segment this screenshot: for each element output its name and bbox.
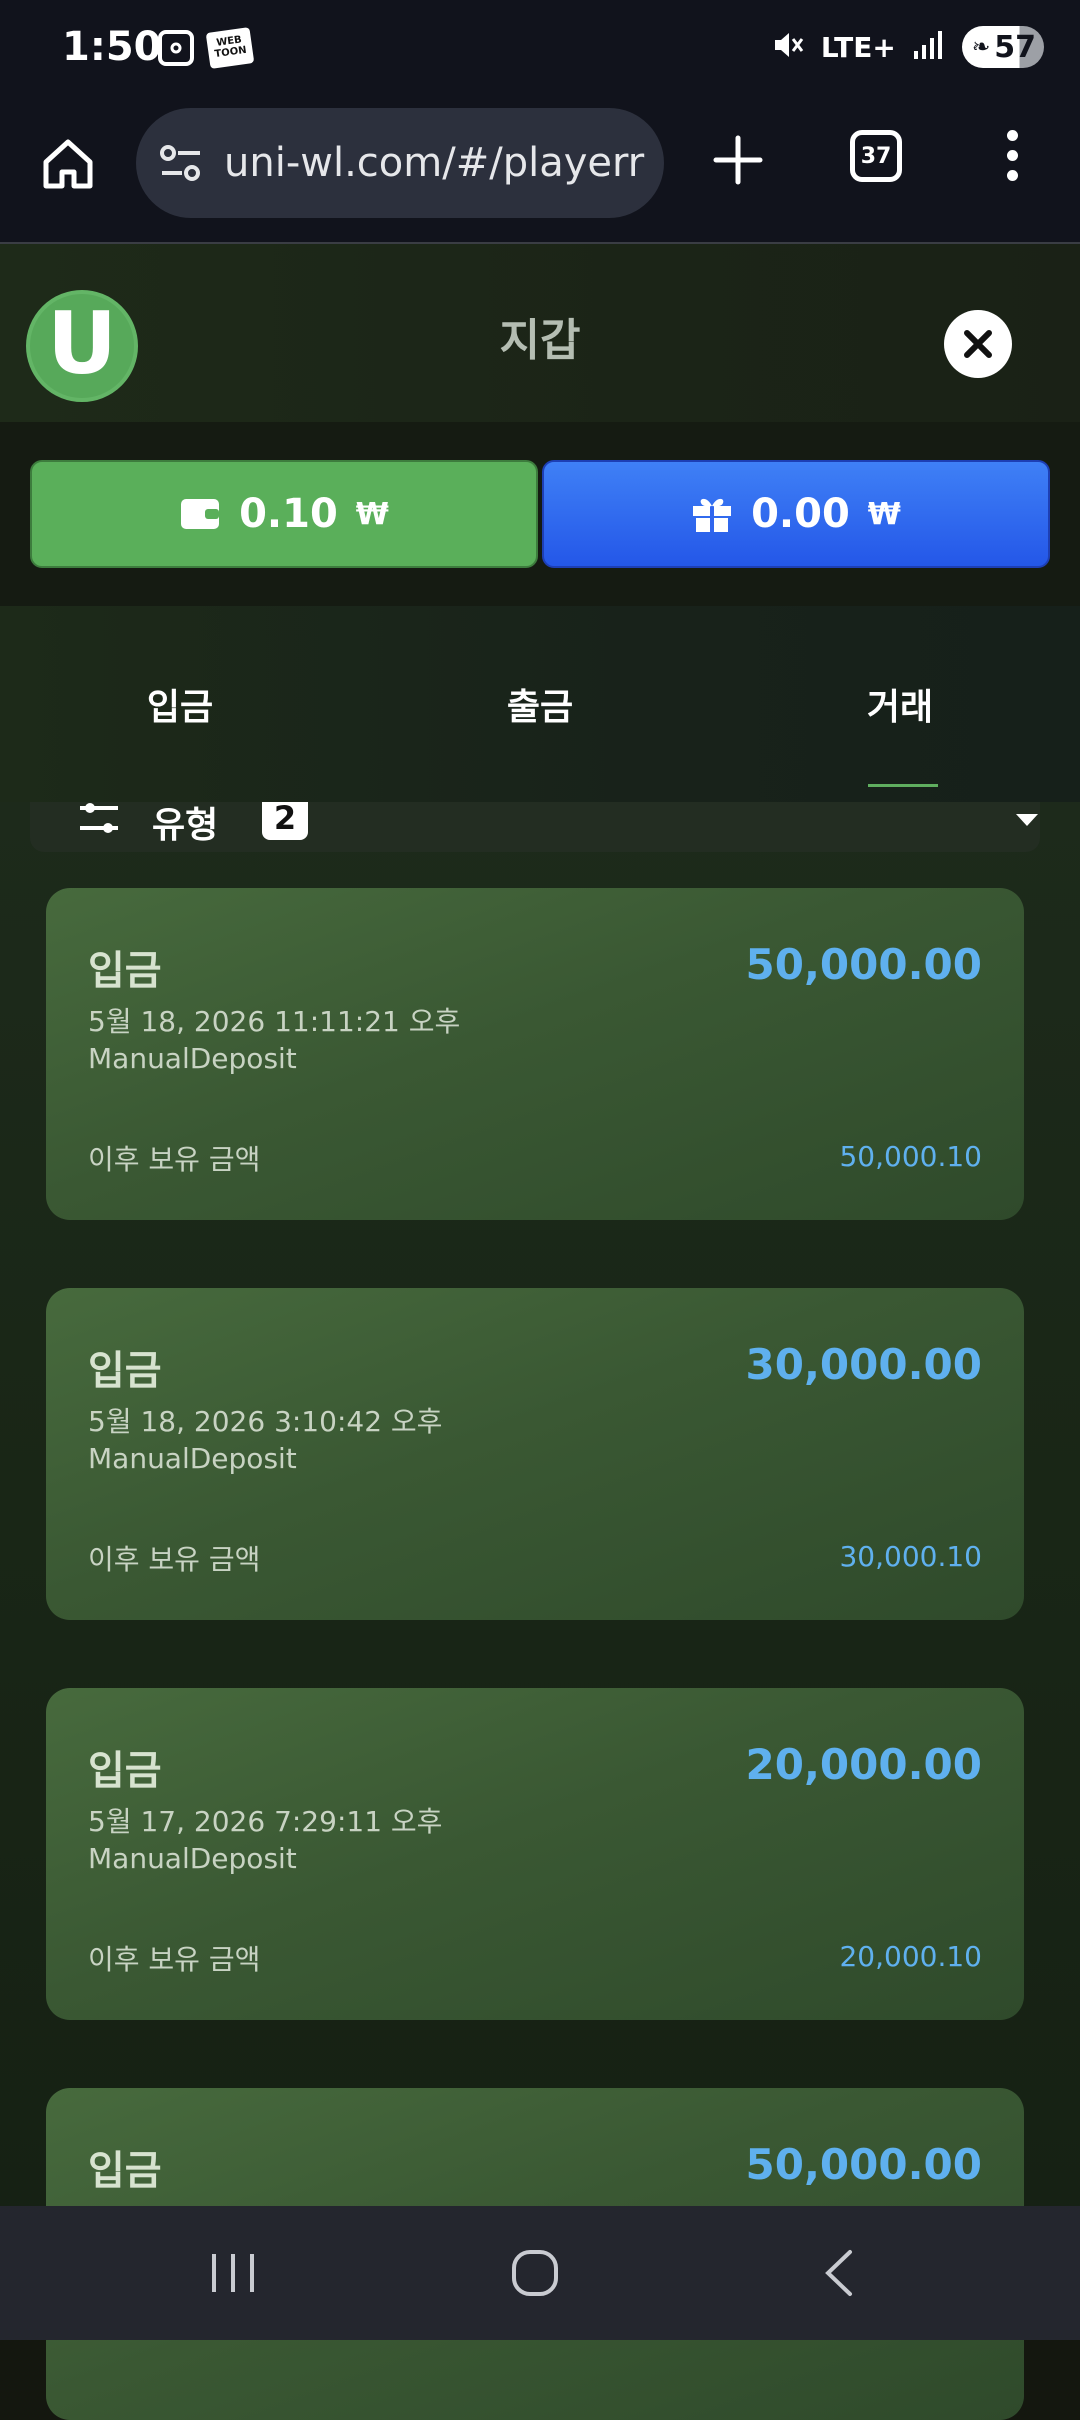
screenshot-icon <box>158 30 194 66</box>
battery-leaf-icon: ❧ <box>971 34 991 60</box>
bonus-currency: ₩ <box>867 496 901 532</box>
tab-switcher-button[interactable]: 37 <box>850 130 902 182</box>
transaction-type: 입금 <box>88 1748 162 1794</box>
transaction-card[interactable]: 입금 50,000.00 5월 18, 2026 11:11:21 오후 Man… <box>46 888 1024 1220</box>
gift-icon <box>693 498 732 532</box>
close-button[interactable] <box>944 310 1012 378</box>
wallet-tabs: 입금 출금 거래 <box>0 606 1080 802</box>
status-time: 1:50 <box>62 24 162 70</box>
network-type: LTE+ <box>820 30 896 64</box>
transaction-card[interactable]: 입금 30,000.00 5월 18, 2026 3:10:42 오후 Manu… <box>46 1288 1024 1620</box>
transaction-card[interactable]: 입금 20,000.00 5월 17, 2026 7:29:11 오후 Manu… <box>46 1688 1024 2020</box>
transaction-method: ManualDeposit <box>88 1042 297 1075</box>
back-icon[interactable] <box>822 2248 856 2298</box>
balance-after-label: 이후 보유 금액 <box>88 1943 261 1976</box>
recent-apps-icon[interactable] <box>208 2250 258 2296</box>
transaction-method: ManualDeposit <box>88 1442 297 1475</box>
close-icon <box>964 330 992 358</box>
bonus-balance-button[interactable]: 0.00 ₩ <box>542 460 1050 568</box>
webtoon-icon: WEB TOON <box>205 27 255 69</box>
tab-deposit[interactable]: 입금 <box>0 678 360 730</box>
transaction-amount: 20,000.00 <box>745 1740 982 1789</box>
battery-level: 57 <box>994 29 1036 65</box>
balance-after-value: 50,000.10 <box>839 1140 982 1173</box>
transaction-method: ManualDeposit <box>88 1842 297 1875</box>
chevron-down-icon <box>1016 814 1038 826</box>
new-tab-button[interactable] <box>706 128 770 192</box>
home-nav-icon[interactable] <box>510 2248 560 2298</box>
bonus-balance-amount: 0.00 <box>751 491 850 537</box>
active-tab-indicator <box>868 784 938 787</box>
status-left-icons: WEB TOON <box>158 27 255 69</box>
plus-icon <box>713 135 763 185</box>
cash-balance-amount: 0.10 <box>239 491 338 537</box>
tab-withdraw[interactable]: 출금 <box>360 678 720 730</box>
tab-transactions[interactable]: 거래 <box>720 678 1080 730</box>
wallet-header: U 지갑 <box>0 244 1080 424</box>
transaction-type: 입금 <box>88 1348 162 1394</box>
browser-menu-button[interactable] <box>1000 130 1024 190</box>
battery-indicator: ❧ 57 <box>961 26 1044 68</box>
balance-after-label: 이후 보유 금액 <box>88 1143 261 1176</box>
transaction-type: 입금 <box>88 948 162 994</box>
transaction-type: 입금 <box>88 2148 162 2194</box>
home-icon <box>43 139 93 189</box>
system-navigation-bar <box>0 2206 1080 2340</box>
wallet-icon <box>181 499 220 529</box>
browser-toolbar: uni-wl.com/#/playerr 37 <box>0 100 1080 244</box>
filter-icon <box>80 803 118 833</box>
url-text[interactable]: uni-wl.com/#/playerr <box>224 140 644 186</box>
balance-after-value: 20,000.10 <box>839 1940 982 1973</box>
transaction-amount: 30,000.00 <box>745 1340 982 1389</box>
filter-label: 유형 <box>152 805 219 846</box>
balance-row: 0.10 ₩ 0.00 ₩ <box>0 422 1080 608</box>
status-bar: 1:50 WEB TOON LTE+ ❧ 57 <box>0 0 1080 100</box>
transaction-date: 5월 18, 2026 11:11:21 오후 <box>88 1005 461 1038</box>
site-settings-icon[interactable] <box>158 143 204 183</box>
signal-icon <box>912 29 946 65</box>
transaction-amount: 50,000.00 <box>745 940 982 989</box>
balance-after-value: 30,000.10 <box>839 1540 982 1573</box>
address-bar[interactable]: uni-wl.com/#/playerr <box>136 108 664 218</box>
balance-after-label: 이후 보유 금액 <box>88 1543 261 1576</box>
page-title: 지갑 <box>499 315 581 366</box>
status-right-icons: LTE+ ❧ 57 <box>771 26 1044 68</box>
transaction-date: 5월 18, 2026 3:10:42 오후 <box>88 1405 443 1438</box>
browser-home-button[interactable] <box>38 134 98 194</box>
transaction-date: 5월 17, 2026 7:29:11 오후 <box>88 1805 443 1838</box>
transaction-amount: 50,000.00 <box>745 2140 982 2189</box>
cash-balance-button[interactable]: 0.10 ₩ <box>30 460 538 568</box>
mute-icon <box>771 28 805 66</box>
cash-currency: ₩ <box>355 496 389 532</box>
